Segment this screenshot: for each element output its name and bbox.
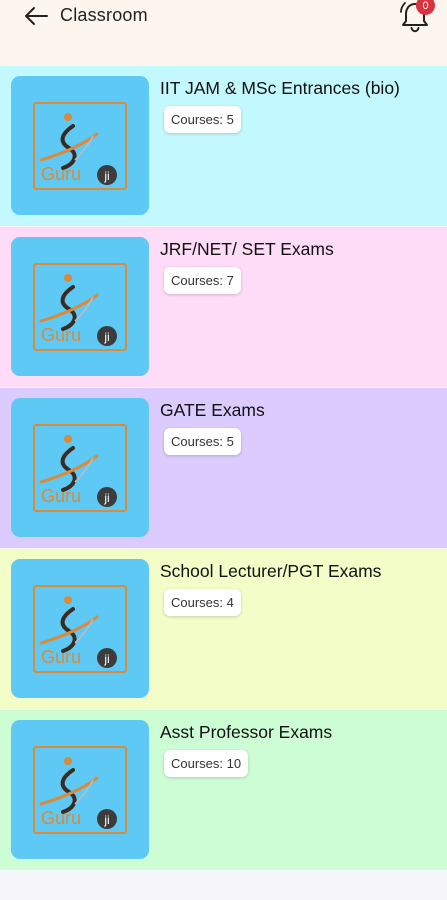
category-thumbnail: Guru ji — [11, 76, 149, 215]
app-header: Classroom 0 — [0, 0, 447, 65]
category-card[interactable]: Guru ji IIT JAM & MSc Entrances (bio) Co… — [0, 66, 447, 226]
category-card[interactable]: Guru ji School Lecturer/PGT Exams Course… — [0, 549, 447, 709]
course-count-badge[interactable]: Courses: 7 — [164, 267, 241, 294]
guruji-logo: Guru ji — [33, 262, 127, 351]
page-title: Classroom — [60, 5, 148, 25]
logo-word: Guru — [41, 486, 81, 506]
course-count-badge[interactable]: Courses: 4 — [164, 589, 241, 616]
category-thumbnail: Guru ji — [11, 720, 149, 859]
course-count-badge[interactable]: Courses: 5 — [164, 106, 241, 133]
category-thumbnail: Guru ji — [11, 237, 149, 376]
logo-suffix: ji — [103, 169, 109, 183]
logo-word: Guru — [41, 325, 81, 345]
logo-word: Guru — [41, 808, 81, 828]
category-list: Guru ji IIT JAM & MSc Entrances (bio) Co… — [0, 66, 447, 871]
category-card[interactable]: Guru ji Asst Professor Exams Courses: 10 — [0, 710, 447, 870]
notifications-button[interactable]: 0 — [399, 0, 435, 34]
logo-suffix: ji — [103, 652, 109, 666]
guruji-logo: Guru ji — [33, 101, 127, 190]
category-card[interactable]: Guru ji GATE Exams Courses: 5 — [0, 388, 447, 548]
category-card[interactable]: Guru ji JRF/NET/ SET Exams Courses: 7 — [0, 227, 447, 387]
course-count-badge[interactable]: Courses: 10 — [164, 750, 249, 777]
guruji-logo-mark-icon: Guru ji — [39, 112, 117, 185]
logo-word: Guru — [41, 164, 81, 184]
category-thumbnail: Guru ji — [11, 398, 149, 537]
arrow-left-icon — [25, 7, 48, 25]
guruji-logo-mark-icon: Guru ji — [39, 595, 117, 668]
category-title: IIT JAM & MSc Entrances (bio) — [160, 78, 400, 98]
guruji-logo: Guru ji — [33, 745, 127, 834]
guruji-logo-mark-icon: Guru ji — [39, 756, 117, 829]
guruji-logo: Guru ji — [33, 584, 127, 673]
guruji-logo-mark-icon: Guru ji — [39, 434, 117, 507]
category-title: Asst Professor Exams — [160, 722, 333, 742]
logo-suffix: ji — [103, 491, 109, 505]
logo-word: Guru — [41, 647, 81, 667]
guruji-logo-mark-icon: Guru ji — [39, 273, 117, 346]
category-title: JRF/NET/ SET Exams — [160, 239, 334, 259]
course-count-badge[interactable]: Courses: 5 — [164, 428, 241, 455]
logo-suffix: ji — [103, 813, 109, 827]
category-thumbnail: Guru ji — [11, 559, 149, 698]
logo-suffix: ji — [103, 330, 109, 344]
category-title: GATE Exams — [160, 400, 265, 420]
category-title: School Lecturer/PGT Exams — [160, 561, 382, 581]
guruji-logo: Guru ji — [33, 423, 127, 512]
notification-count-badge: 0 — [416, 0, 435, 15]
back-button[interactable] — [22, 4, 50, 28]
